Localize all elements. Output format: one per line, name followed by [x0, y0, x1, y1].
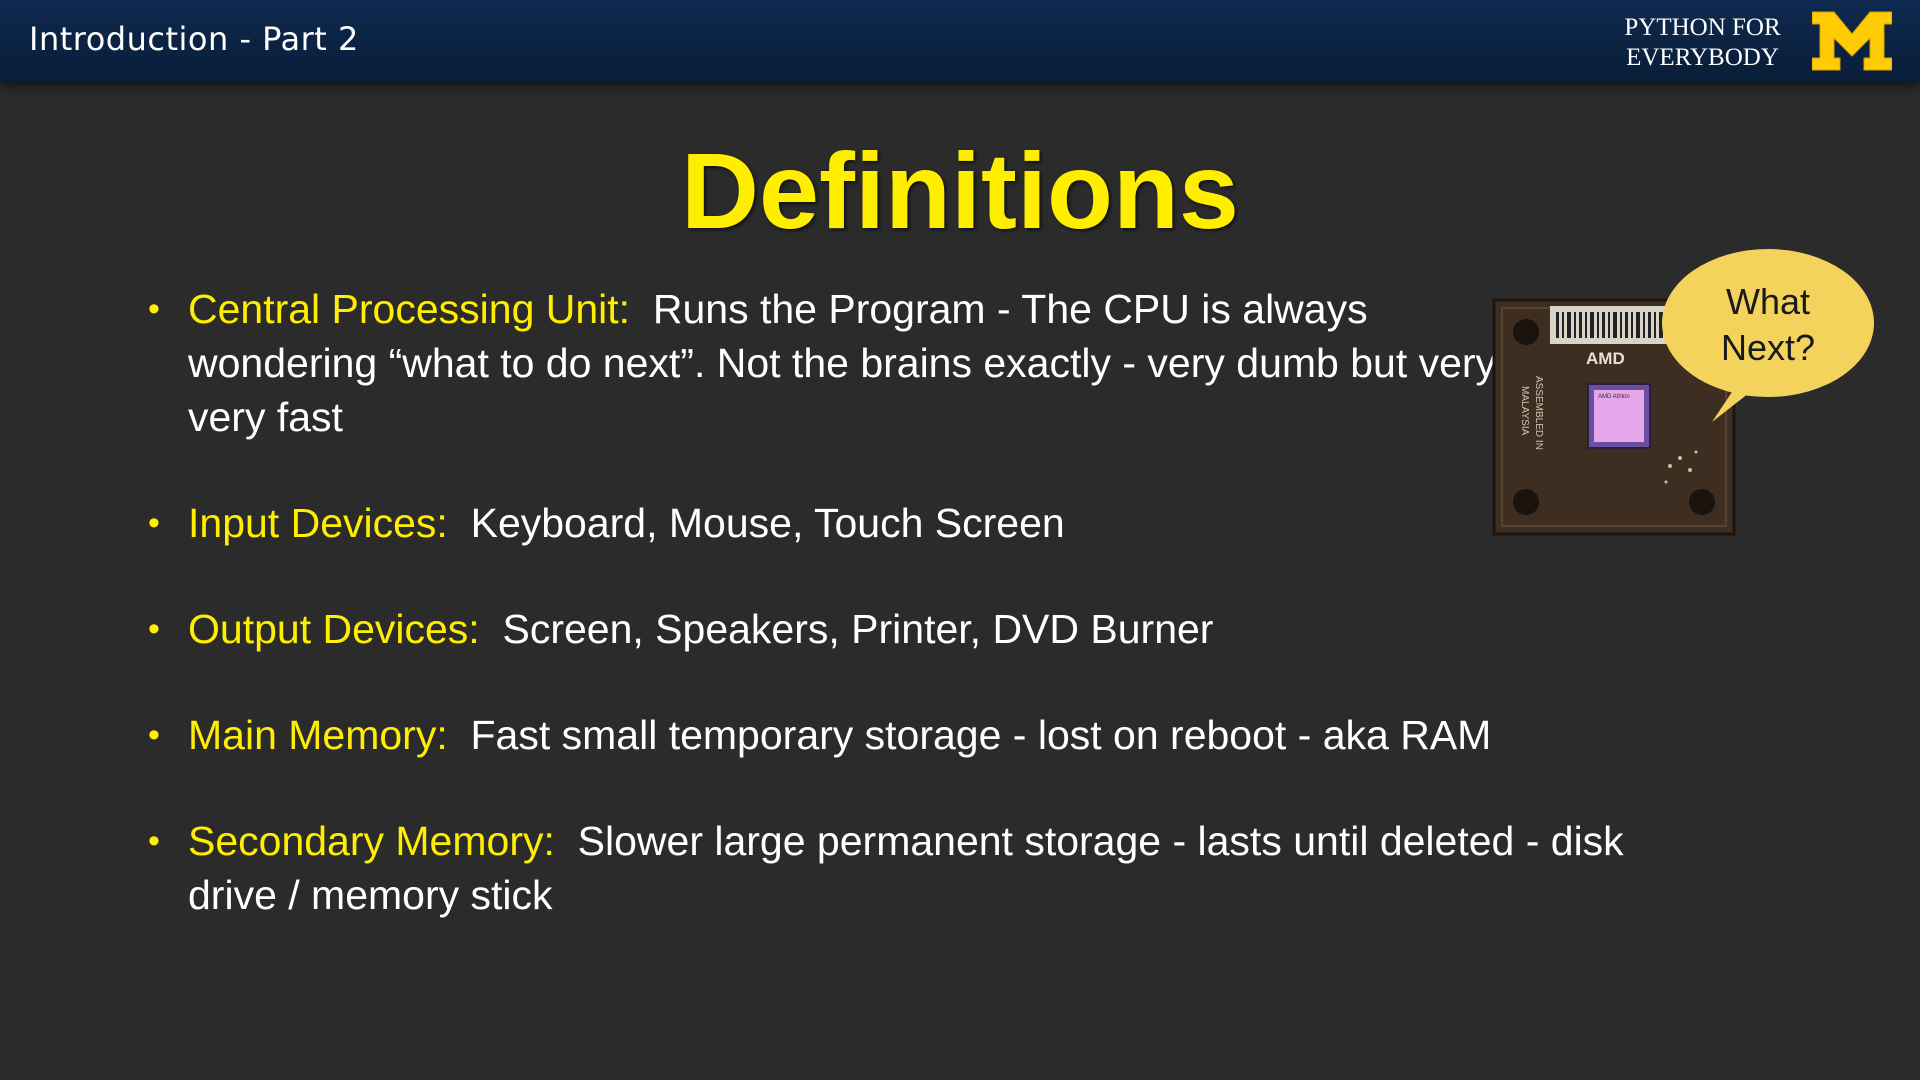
chip-brand: AMD — [1586, 349, 1625, 368]
bullet-dot: • — [148, 504, 160, 542]
brand-line-1: PYTHON FOR — [1624, 14, 1781, 41]
list-item: • Main Memory: Fast small temporary stor… — [148, 708, 1708, 762]
bullet-dot: • — [148, 716, 160, 754]
cpu-illustration: AMD ASSEMBLED IN MALAYSIA AMD Athlon Wha… — [1492, 249, 1874, 536]
bullet-dot: • — [148, 290, 160, 328]
chip-label: AMD Athlon — [1598, 394, 1630, 400]
bullet-dot: • — [148, 822, 160, 860]
list-item: • Input Devices: Keyboard, Mouse, Touch … — [148, 496, 1708, 550]
brand-text: PYTHON FOR EVERYBODY — [1615, 13, 1790, 73]
header-bar: Introduction - Part 2 PYTHON FOR EVERYBO… — [0, 0, 1920, 82]
chip-side-text-1: ASSEMBLED IN — [1533, 376, 1544, 450]
term-output-devices: Output Devices: — [188, 606, 480, 652]
brand-line-2: EVERYBODY — [1626, 44, 1779, 71]
slide-title: Definitions — [681, 130, 1239, 251]
term-input-devices: Input Devices: — [188, 500, 448, 546]
list-item: • Output Devices: Screen, Speakers, Prin… — [148, 602, 1708, 656]
term-secondary-memory: Secondary Memory: — [188, 818, 555, 864]
bubble-line-1: What — [1726, 281, 1810, 322]
bubble-line-2: Next? — [1721, 327, 1815, 368]
chip-side-text-2: MALAYSIA — [1519, 386, 1530, 436]
michigan-logo-icon: M — [1812, 11, 1892, 71]
bullet-dot: • — [148, 610, 160, 648]
term-main-memory: Main Memory: — [188, 712, 448, 758]
definition-input-devices: Keyboard, Mouse, Touch Screen — [470, 500, 1065, 546]
definition-output-devices: Screen, Speakers, Printer, DVD Burner — [502, 606, 1214, 652]
definition-main-memory: Fast small temporary storage - lost on r… — [470, 712, 1492, 758]
list-item: • Central Processing Unit: Runs the Prog… — [148, 282, 1538, 444]
list-item: • Secondary Memory: Slower large permane… — [148, 814, 1708, 922]
course-title: Introduction - Part 2 — [29, 20, 359, 58]
definitions-list: • Central Processing Unit: Runs the Prog… — [148, 282, 1708, 922]
term-cpu: Central Processing Unit: — [188, 286, 631, 332]
